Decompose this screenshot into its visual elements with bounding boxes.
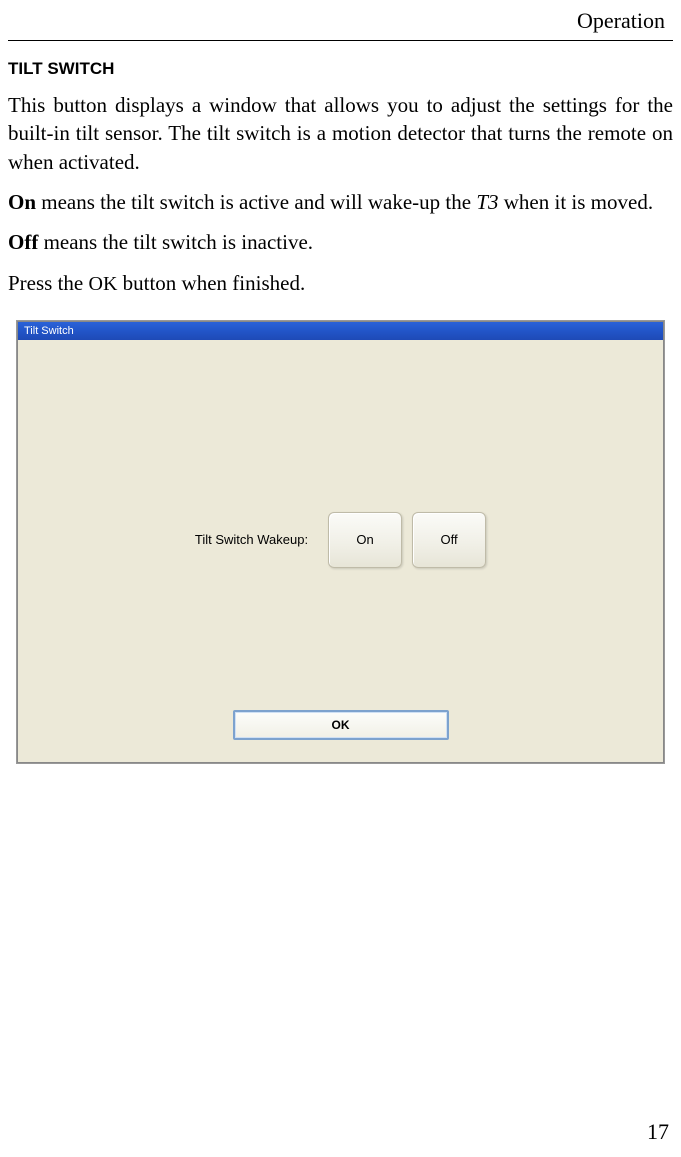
- dialog-screenshot-wrap: Tilt Switch Tilt Switch Wakeup: On Off O…: [16, 320, 665, 764]
- para2-after: when it is moved.: [499, 190, 654, 214]
- page-number: 17: [647, 1119, 669, 1145]
- dialog-titlebar: Tilt Switch: [18, 322, 663, 340]
- ok-smallcaps: OK: [89, 273, 118, 295]
- ok-button[interactable]: OK: [233, 710, 449, 740]
- paragraph-press: Press the OK button when finished.: [8, 269, 673, 298]
- t3-italic: T3: [476, 190, 498, 214]
- para4-rest: button when finished.: [117, 271, 305, 295]
- paragraph-on: On means the tilt switch is active and w…: [8, 188, 673, 216]
- dialog-body: Tilt Switch Wakeup: On Off OK: [18, 340, 663, 762]
- paragraph-off: Off means the tilt switch is inactive.: [8, 228, 673, 256]
- ok-row: OK: [18, 710, 663, 740]
- section-heading: TILT SWITCH: [8, 59, 673, 79]
- content-area: TILT SWITCH This button displays a windo…: [0, 41, 681, 764]
- para2-text: means the tilt switch is active and will…: [36, 190, 476, 214]
- tilt-switch-dialog: Tilt Switch Tilt Switch Wakeup: On Off O…: [17, 321, 664, 763]
- on-bold: On: [8, 190, 36, 214]
- off-bold: Off: [8, 230, 38, 254]
- page-header: Operation: [8, 0, 673, 41]
- off-button[interactable]: Off: [412, 512, 486, 568]
- on-button[interactable]: On: [328, 512, 402, 568]
- toggle-label: Tilt Switch Wakeup:: [195, 532, 308, 547]
- para3-text: means the tilt switch is inactive.: [38, 230, 313, 254]
- para4-prefix: Press the: [8, 271, 89, 295]
- toggle-row: Tilt Switch Wakeup: On Off: [18, 512, 663, 568]
- paragraph-intro: This button displays a window that allow…: [8, 91, 673, 176]
